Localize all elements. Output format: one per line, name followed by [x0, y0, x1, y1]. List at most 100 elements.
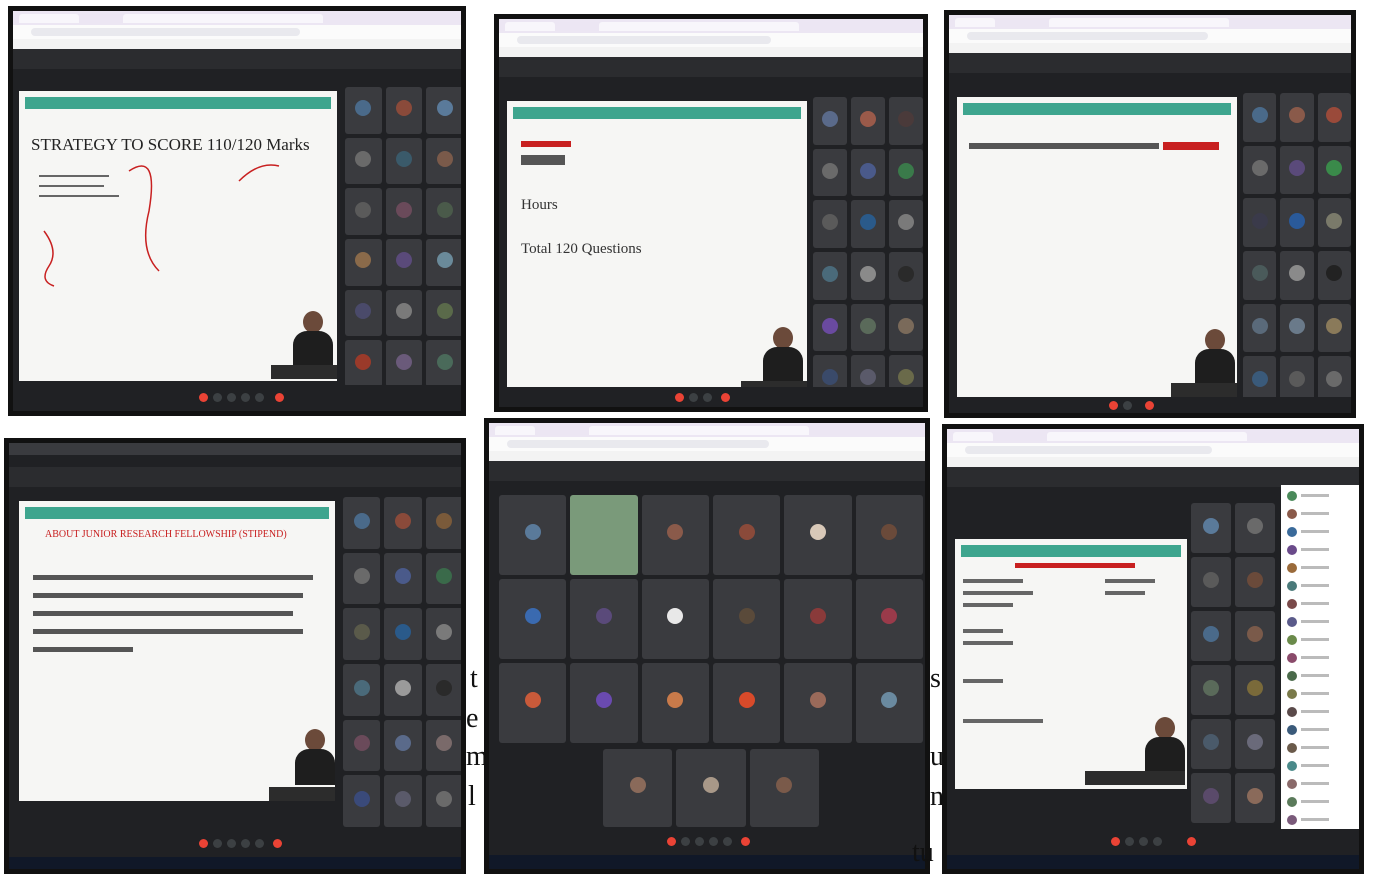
participant-tile[interactable]: [1280, 303, 1314, 353]
participant-tile[interactable]: [426, 188, 461, 235]
participant-tile[interactable]: [570, 663, 638, 743]
participant-row[interactable]: [1285, 561, 1355, 575]
participant-tile[interactable]: [1280, 198, 1314, 247]
participant-tile[interactable]: [343, 552, 381, 605]
participant-tile[interactable]: [425, 608, 461, 660]
participant-tile[interactable]: [1191, 773, 1231, 823]
participant-tile[interactable]: [426, 239, 461, 286]
more-options-button[interactable]: [723, 837, 732, 846]
participant-tile[interactable]: [345, 289, 382, 337]
browser-tab[interactable]: [589, 426, 809, 435]
camera-button[interactable]: [681, 837, 690, 846]
participant-tile[interactable]: [384, 719, 422, 772]
participant-tile[interactable]: [889, 303, 923, 352]
participant-tile[interactable]: [1243, 93, 1277, 142]
participant-tile[interactable]: [855, 495, 923, 575]
participant-tile[interactable]: [855, 579, 923, 659]
participant-row[interactable]: [1285, 633, 1355, 647]
participant-row[interactable]: [1285, 579, 1355, 593]
participant-tile[interactable]: [385, 289, 423, 337]
participant-tile[interactable]: [889, 200, 923, 248]
participant-tile[interactable]: [384, 664, 422, 716]
participant-tile[interactable]: [499, 579, 567, 659]
participant-tile[interactable]: [641, 579, 709, 659]
camera-button[interactable]: [689, 393, 698, 402]
browser-tab-strip[interactable]: [499, 19, 923, 33]
participant-tile[interactable]: [1317, 198, 1351, 247]
participant-tile[interactable]: [425, 719, 461, 772]
browser-tab[interactable]: [599, 22, 799, 31]
participant-tile[interactable]: [784, 579, 852, 659]
participant-tile[interactable]: [676, 749, 746, 827]
participant-tile[interactable]: [345, 87, 382, 134]
participant-tile[interactable]: [343, 719, 381, 772]
participant-tile[interactable]: [570, 579, 638, 659]
end-call-button[interactable]: [741, 837, 750, 846]
participant-tile[interactable]: [1280, 251, 1314, 300]
participant-tile[interactable]: [570, 495, 638, 575]
participant-tile[interactable]: [499, 663, 567, 743]
participant-row[interactable]: [1285, 669, 1355, 683]
participant-tile[interactable]: [385, 239, 423, 286]
participant-tile[interactable]: [1243, 251, 1277, 300]
participant-tile[interactable]: [1191, 611, 1231, 661]
participant-tile[interactable]: [889, 252, 923, 300]
address-bar[interactable]: [949, 29, 1351, 43]
participant-tile[interactable]: [385, 340, 423, 387]
present-button[interactable]: [241, 839, 250, 848]
participant-row[interactable]: [1285, 795, 1355, 809]
participant-tile[interactable]: [1317, 145, 1351, 195]
participant-row[interactable]: [1285, 543, 1355, 557]
camera-button[interactable]: [213, 393, 222, 402]
participant-tile[interactable]: [426, 289, 461, 337]
participant-tile[interactable]: [1235, 773, 1275, 823]
browser-tab[interactable]: [1049, 18, 1229, 27]
present-button[interactable]: [703, 393, 712, 402]
participant-tile[interactable]: [713, 495, 781, 575]
participant-tile[interactable]: [851, 97, 885, 145]
participant-tile[interactable]: [345, 340, 382, 387]
present-button[interactable]: [241, 393, 250, 402]
participant-tile[interactable]: [343, 497, 381, 549]
participant-tile[interactable]: [1235, 557, 1275, 607]
mic-button[interactable]: [675, 393, 684, 402]
present-button[interactable]: [1153, 837, 1162, 846]
captions-button[interactable]: [695, 837, 704, 846]
participant-tile[interactable]: [345, 239, 382, 286]
camera-button[interactable]: [1123, 401, 1132, 410]
browser-tab-strip[interactable]: [13, 11, 461, 25]
participant-tile[interactable]: [499, 495, 567, 575]
participant-tile[interactable]: [855, 663, 923, 743]
browser-tab[interactable]: [953, 432, 993, 441]
participant-tile[interactable]: [385, 137, 423, 185]
end-call-button[interactable]: [273, 839, 282, 848]
browser-tab[interactable]: [505, 22, 555, 31]
participant-tile[interactable]: [426, 87, 461, 134]
participant-tile[interactable]: [1191, 719, 1231, 769]
participant-row[interactable]: [1285, 615, 1355, 629]
mic-button[interactable]: [199, 393, 208, 402]
captions-button[interactable]: [227, 393, 236, 402]
participant-tile[interactable]: [1235, 503, 1275, 553]
end-call-button[interactable]: [1145, 401, 1154, 410]
participant-row[interactable]: [1285, 507, 1355, 521]
participant-tile[interactable]: [345, 188, 382, 235]
participant-tile[interactable]: [385, 188, 423, 235]
participant-row[interactable]: [1285, 759, 1355, 773]
participant-tile[interactable]: [889, 148, 923, 197]
participant-row[interactable]: [1285, 597, 1355, 611]
participant-tile[interactable]: [813, 252, 847, 300]
browser-tab[interactable]: [19, 14, 79, 23]
participant-tile[interactable]: [1317, 251, 1351, 300]
participant-row[interactable]: [1285, 705, 1355, 719]
participant-row[interactable]: [1285, 777, 1355, 791]
participant-row[interactable]: [1285, 723, 1355, 737]
participant-tile[interactable]: [1280, 145, 1314, 195]
participant-tile[interactable]: [1191, 557, 1231, 607]
participant-tile[interactable]: [851, 303, 885, 352]
participant-tile[interactable]: [385, 87, 423, 134]
participant-tile[interactable]: [1191, 665, 1231, 715]
browser-tab-strip[interactable]: [949, 15, 1351, 29]
participant-tile[interactable]: [813, 303, 847, 352]
present-button[interactable]: [709, 837, 718, 846]
